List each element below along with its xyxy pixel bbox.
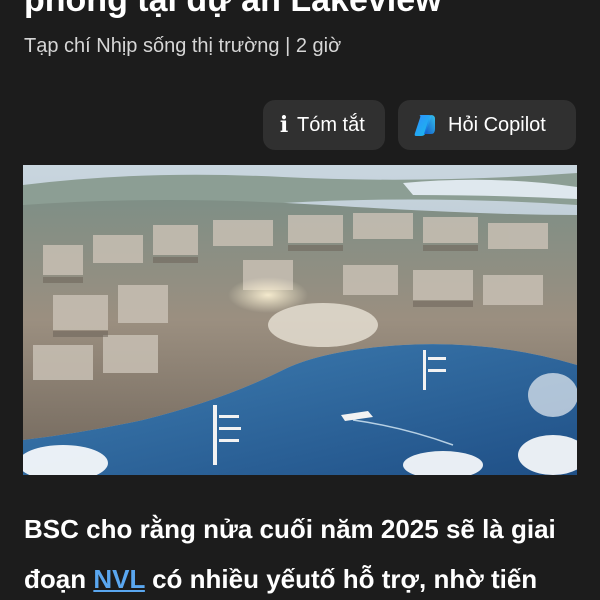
copilot-label: Hỏi Copilot [448, 113, 546, 136]
hero-image[interactable] [23, 165, 577, 475]
stock-link-nvl[interactable]: NVL [93, 564, 145, 594]
info-icon: i [279, 112, 289, 138]
article-age: 2 giờ [295, 35, 342, 57]
article-body: BSC cho rằng nửa cuối năm 2025 sẽ là gia… [24, 504, 584, 600]
body-line-1: BSC cho rằng nửa cuối năm 2025 sẽ là gia… [24, 514, 556, 544]
body-line-2-rest: có nhiều yếutố hỗ trợ, nhờ tiến [144, 564, 538, 594]
summary-button[interactable]: i Tóm tắt [263, 100, 385, 150]
copilot-icon [414, 115, 435, 136]
ask-copilot-button[interactable]: Hỏi Copilot [398, 100, 576, 150]
article-headline: phòng tại dự án Lakeview [24, 0, 442, 19]
article-meta: Tạp chí Nhịp sống thị trường | 2 giờ [24, 32, 341, 60]
summary-label: Tóm tắt [297, 113, 365, 136]
source-name[interactable]: Tạp chí Nhịp sống thị trường [24, 35, 280, 57]
body-line-2: đoạn NVL có nhiều yếutố hỗ trợ, nhờ tiến [24, 554, 584, 600]
body-line-2-lead: đoạn [24, 564, 94, 594]
meta-separator: | [285, 35, 291, 57]
